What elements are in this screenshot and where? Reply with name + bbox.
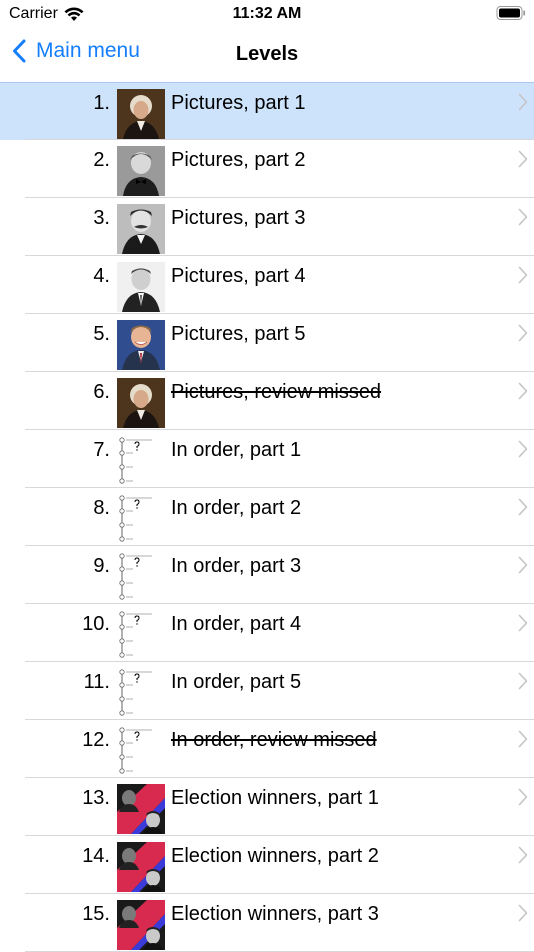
level-label: In order, part 4 bbox=[171, 613, 302, 635]
level-row-2[interactable]: 2. Pictures, part 2 bbox=[0, 140, 534, 198]
level-number: 4. bbox=[93, 265, 110, 287]
timeline-icon bbox=[117, 436, 165, 486]
chevron-right-icon bbox=[518, 324, 528, 342]
level-number: 12. bbox=[82, 729, 110, 751]
level-number: 10. bbox=[82, 613, 110, 635]
chevron-right-icon bbox=[518, 498, 528, 516]
chevron-right-icon bbox=[518, 846, 528, 864]
level-row-12[interactable]: 12. In order, review missed bbox=[0, 720, 534, 778]
timeline-icon bbox=[117, 494, 165, 544]
chevron-right-icon bbox=[518, 266, 528, 284]
level-label: Election winners, part 3 bbox=[171, 903, 379, 925]
level-label: Pictures, part 1 bbox=[171, 92, 306, 114]
level-row-8[interactable]: 8. In order, part 2 bbox=[0, 488, 534, 546]
level-number: 14. bbox=[82, 845, 110, 867]
election-collage-thumbnail bbox=[117, 784, 165, 834]
level-label: Election winners, part 1 bbox=[171, 787, 379, 809]
battery-icon bbox=[496, 6, 526, 20]
level-label: In order, part 5 bbox=[171, 671, 302, 693]
portrait-thumbnail bbox=[117, 89, 165, 139]
portrait-thumbnail bbox=[117, 320, 165, 370]
level-label: Pictures, part 4 bbox=[171, 265, 306, 287]
chevron-right-icon bbox=[518, 440, 528, 458]
election-collage-thumbnail bbox=[117, 900, 165, 950]
page-title: Levels bbox=[235, 43, 299, 65]
level-row-15[interactable]: 15. Election winners, part 3 bbox=[0, 894, 534, 952]
level-row-7[interactable]: 7. In order, part 1 bbox=[0, 430, 534, 488]
portrait-thumbnail bbox=[117, 262, 165, 312]
level-label: Pictures, review missed bbox=[171, 381, 382, 403]
navigation-bar: Main menu Levels bbox=[0, 30, 534, 82]
level-label: In order, review missed bbox=[171, 729, 377, 751]
portrait-thumbnail bbox=[117, 146, 165, 196]
chevron-right-icon bbox=[518, 614, 528, 632]
level-label: Pictures, part 2 bbox=[171, 149, 306, 171]
level-number: 11. bbox=[83, 671, 110, 693]
timeline-icon bbox=[117, 552, 165, 602]
level-label: In order, part 2 bbox=[171, 497, 302, 519]
chevron-right-icon bbox=[518, 672, 528, 690]
timeline-icon bbox=[117, 610, 165, 660]
level-label: In order, part 3 bbox=[171, 555, 302, 577]
level-number: 5. bbox=[93, 323, 110, 345]
level-label: Pictures, part 3 bbox=[171, 207, 306, 229]
level-label: Election winners, part 2 bbox=[171, 845, 379, 867]
level-row-14[interactable]: 14. Election winners, part 2 bbox=[0, 836, 534, 894]
level-number: 2. bbox=[93, 149, 110, 171]
level-row-6[interactable]: 6. Pictures, review missed bbox=[0, 372, 534, 430]
level-row-5[interactable]: 5. Pictures, part 5 bbox=[0, 314, 534, 372]
timeline-icon bbox=[117, 668, 165, 718]
level-list: 1. Pictures, part 1 2. Pictures, part 2 … bbox=[0, 82, 534, 952]
level-number: 3. bbox=[93, 207, 110, 229]
level-row-11[interactable]: 11. In order, part 5 bbox=[0, 662, 534, 720]
level-row-9[interactable]: 9. In order, part 3 bbox=[0, 546, 534, 604]
level-number: 9. bbox=[93, 555, 110, 577]
level-number: 1. bbox=[93, 92, 110, 114]
portrait-thumbnail bbox=[117, 204, 165, 254]
level-row-13[interactable]: 13. Election winners, part 1 bbox=[0, 778, 534, 836]
chevron-right-icon bbox=[518, 208, 528, 226]
level-number: 13. bbox=[82, 787, 110, 809]
portrait-thumbnail bbox=[117, 378, 165, 428]
chevron-right-icon bbox=[518, 93, 528, 111]
level-row-1[interactable]: 1. Pictures, part 1 bbox=[0, 82, 534, 140]
level-label: In order, part 1 bbox=[171, 439, 302, 461]
level-row-3[interactable]: 3. Pictures, part 3 bbox=[0, 198, 534, 256]
chevron-right-icon bbox=[518, 382, 528, 400]
chevron-right-icon bbox=[518, 904, 528, 922]
election-collage-thumbnail bbox=[117, 842, 165, 892]
status-bar: Carrier 11:32 AM bbox=[0, 0, 534, 30]
chevron-right-icon bbox=[518, 556, 528, 574]
status-time: 11:32 AM bbox=[232, 5, 302, 22]
level-number: 7. bbox=[93, 439, 110, 461]
level-number: 6. bbox=[93, 381, 110, 403]
chevron-right-icon bbox=[518, 150, 528, 168]
level-number: 8. bbox=[93, 497, 110, 519]
timeline-icon bbox=[117, 726, 165, 776]
level-row-4[interactable]: 4. Pictures, part 4 bbox=[0, 256, 534, 314]
level-label: Pictures, part 5 bbox=[171, 323, 306, 345]
level-row-10[interactable]: 10. In order, part 4 bbox=[0, 604, 534, 662]
chevron-right-icon bbox=[518, 730, 528, 748]
level-number: 15. bbox=[82, 903, 110, 925]
chevron-right-icon bbox=[518, 788, 528, 806]
